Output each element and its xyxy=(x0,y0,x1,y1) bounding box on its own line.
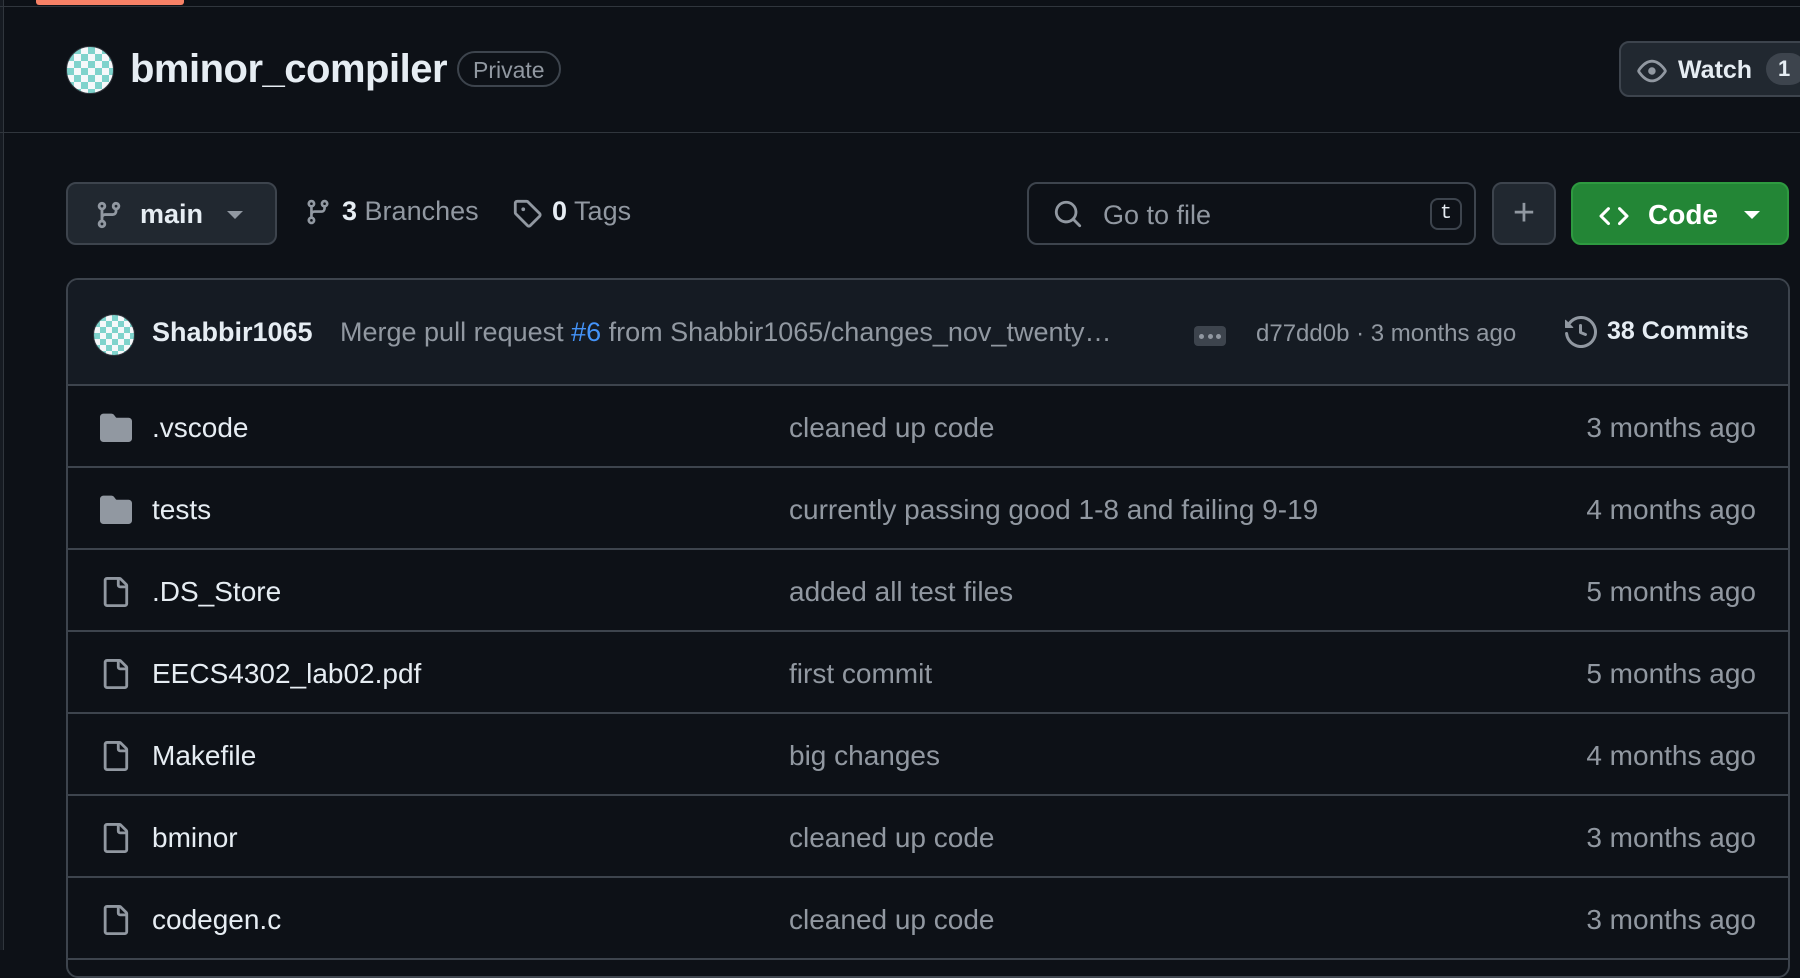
visibility-badge: Private xyxy=(457,51,561,87)
branches-label: Branches xyxy=(364,196,479,226)
tags-link[interactable]: 0 Tags xyxy=(512,196,632,228)
file-row[interactable]: tests currently passing good 1-8 and fai… xyxy=(68,468,1788,550)
file-name[interactable]: .vscode xyxy=(152,412,249,444)
chevron-down-icon xyxy=(227,211,243,219)
git-branch-icon xyxy=(97,201,121,229)
file-browser: Shabbir1065 Merge pull request #6 from S… xyxy=(66,278,1790,978)
commits-label: Commits xyxy=(1641,317,1749,345)
code-button[interactable]: Code xyxy=(1571,182,1789,245)
go-to-file-search[interactable]: t xyxy=(1027,182,1476,245)
watch-label: Watch xyxy=(1678,56,1753,84)
file-name[interactable]: .DS_Store xyxy=(152,576,281,608)
branch-name: main xyxy=(140,199,204,229)
file-row[interactable]: .DS_Store added all test files 5 months … xyxy=(68,550,1788,632)
file-row[interactable]: Makefile big changes 4 months ago xyxy=(68,714,1788,796)
file-icon xyxy=(103,741,129,771)
commit-hash-age[interactable]: d77dd0b · 3 months ago xyxy=(1256,320,1516,348)
git-branch-icon xyxy=(307,199,329,225)
branches-count: 3 xyxy=(342,196,358,226)
repo-header: bminor_compiler Private Watch 1 xyxy=(0,7,1800,133)
file-row[interactable]: bminor cleaned up code 3 months ago xyxy=(68,796,1788,878)
branches-link[interactable]: 3 Branches xyxy=(304,196,479,227)
file-age: 4 months ago xyxy=(1586,740,1756,771)
file-commit-message[interactable]: first commit xyxy=(789,658,932,690)
commit-message[interactable]: Merge pull request #6 from Shabbir1065/c… xyxy=(340,317,1111,348)
file-age: 3 months ago xyxy=(1586,904,1756,935)
repo-title[interactable]: bminor_compiler xyxy=(130,47,448,92)
history-icon xyxy=(1565,316,1597,348)
dot xyxy=(1207,334,1213,339)
pr-link[interactable]: #6 xyxy=(571,317,601,347)
expand-message-button[interactable] xyxy=(1194,326,1226,346)
code-icon xyxy=(1599,207,1629,226)
commit-author[interactable]: Shabbir1065 xyxy=(152,317,313,348)
folder-icon xyxy=(100,413,132,442)
dot xyxy=(1199,334,1204,339)
file-name[interactable]: tests xyxy=(152,494,211,526)
owner-avatar[interactable] xyxy=(66,46,114,94)
latest-commit-bar: Shabbir1065 Merge pull request #6 from S… xyxy=(68,280,1788,386)
search-input[interactable] xyxy=(1101,196,1405,234)
commits-count: 38 xyxy=(1607,317,1635,345)
add-file-button[interactable]: + xyxy=(1492,182,1556,245)
file-age: 4 months ago xyxy=(1586,494,1756,525)
dot xyxy=(1216,334,1221,339)
chevron-down-icon xyxy=(1744,211,1760,219)
file-row[interactable]: .vscode cleaned up code 3 months ago xyxy=(68,386,1788,468)
file-age: 5 months ago xyxy=(1586,658,1756,689)
code-label: Code xyxy=(1648,199,1718,230)
file-name[interactable]: bminor xyxy=(152,822,238,854)
file-row[interactable]: codegen.c cleaned up code 3 months ago xyxy=(68,878,1788,960)
file-icon xyxy=(103,577,129,607)
file-age: 5 months ago xyxy=(1586,576,1756,607)
file-name[interactable]: codegen.c xyxy=(152,904,281,936)
file-commit-message[interactable]: big changes xyxy=(789,740,940,772)
file-icon xyxy=(103,905,129,935)
file-list: .vscode cleaned up code 3 months ago tes… xyxy=(68,386,1788,960)
tags-label: Tags xyxy=(574,196,632,226)
tags-count: 0 xyxy=(552,196,568,226)
file-icon xyxy=(103,659,129,689)
file-name[interactable]: Makefile xyxy=(152,740,256,772)
file-age: 3 months ago xyxy=(1586,822,1756,853)
window-edge xyxy=(0,0,4,950)
watch-button[interactable]: Watch 1 xyxy=(1619,41,1800,97)
search-icon xyxy=(1054,200,1082,228)
commit-message-suffix: from Shabbir1065/changes_nov_twenty… xyxy=(601,317,1112,347)
author-avatar[interactable] xyxy=(93,314,135,356)
eye-icon xyxy=(1637,59,1667,83)
active-tab-indicator xyxy=(36,0,184,5)
file-commit-message[interactable]: added all test files xyxy=(789,576,1013,608)
commit-message-prefix: Merge pull request xyxy=(340,317,572,347)
file-name[interactable]: EECS4302_lab02.pdf xyxy=(152,658,421,690)
file-commit-message[interactable]: cleaned up code xyxy=(789,822,995,854)
tag-icon xyxy=(513,199,542,228)
file-commit-message[interactable]: cleaned up code xyxy=(789,904,995,936)
watch-count: 1 xyxy=(1766,53,1800,85)
file-icon xyxy=(103,823,129,853)
file-commit-message[interactable]: currently passing good 1-8 and failing 9… xyxy=(789,494,1318,526)
file-commit-message[interactable]: cleaned up code xyxy=(789,412,995,444)
file-age: 3 months ago xyxy=(1586,412,1756,443)
folder-icon xyxy=(100,495,132,524)
nav-tab-strip xyxy=(0,0,1800,7)
commits-history-link[interactable]: 38 Commits xyxy=(1565,316,1749,348)
branch-selector[interactable]: main xyxy=(66,182,277,245)
file-row[interactable]: EECS4302_lab02.pdf first commit 5 months… xyxy=(68,632,1788,714)
search-shortcut-key: t xyxy=(1430,198,1462,230)
